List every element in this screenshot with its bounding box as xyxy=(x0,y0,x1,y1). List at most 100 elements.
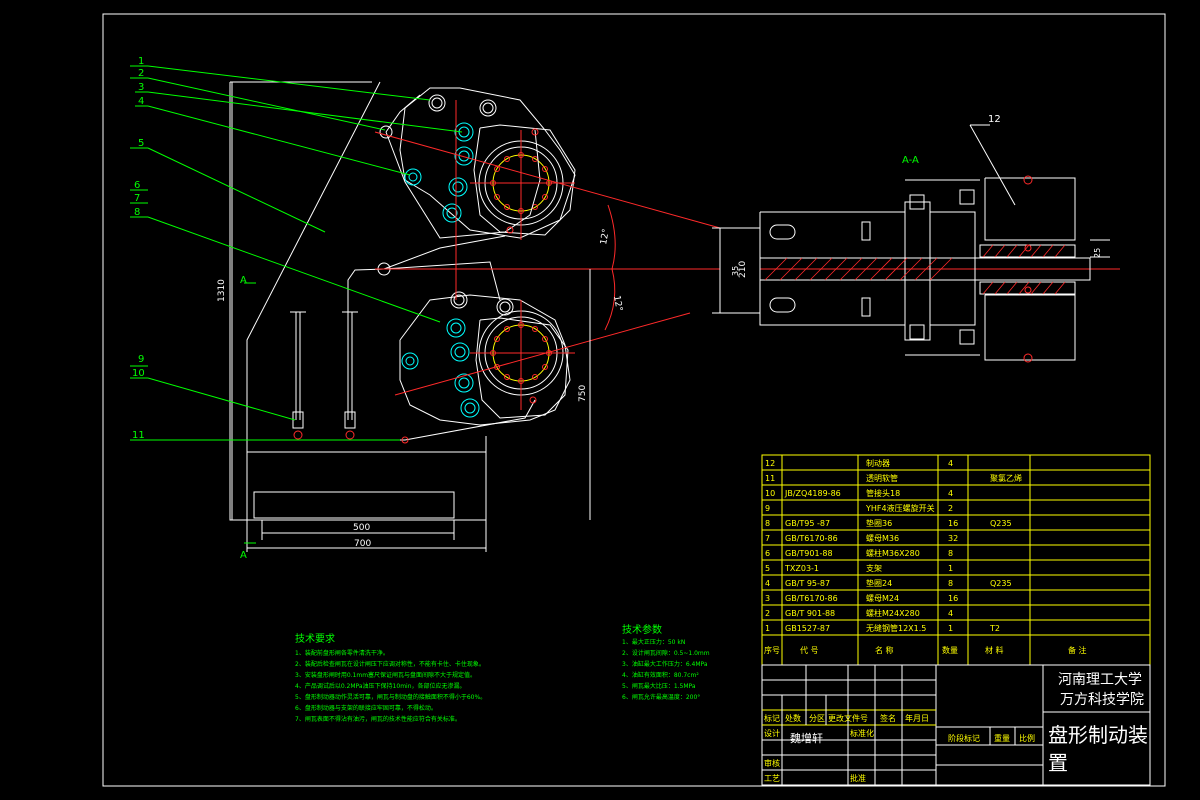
part-qty: 8 xyxy=(948,549,953,558)
dim-750: 750 xyxy=(578,385,588,402)
header-note: 备 注 xyxy=(1068,645,1087,655)
callout-8: 8 xyxy=(134,207,140,218)
notes-right-title: 技术参数 xyxy=(622,623,662,636)
tb-review: 审核 xyxy=(764,758,780,768)
part-material: Q235 xyxy=(990,519,1012,528)
note-left-line: 7、闸瓦表面不得沾有油污，闸瓦的技术性能应符合有关标准。 xyxy=(295,715,461,723)
note-left-line: 4、产品调试后以0.2MPa油压下保持10min，各部位应无渗漏。 xyxy=(295,682,466,690)
header-material: 材 料 xyxy=(985,645,1004,655)
part-name: 透明软管 xyxy=(866,473,898,483)
tb-change-doc: 更改文件号 xyxy=(828,713,868,723)
tb-weight: 重量 xyxy=(994,733,1010,743)
note-right-line: 6、闸瓦允许最高温度：200° xyxy=(622,693,700,701)
part-qty: 4 xyxy=(948,609,953,618)
view-marker-a-top: A xyxy=(240,275,247,286)
callout-9: 9 xyxy=(138,354,144,365)
part-code: GB/T95 -87 xyxy=(785,519,830,528)
parts-table-grid xyxy=(761,454,1151,666)
drawing-title-line2: 置 xyxy=(1048,751,1068,775)
note-left-line: 3、安装盘形闸时用0.1mm塞尺保证闸瓦与盘面间隙不大于规定值。 xyxy=(295,671,476,679)
callout-1: 1 xyxy=(138,56,144,67)
notes-left-lines: 1、装配前盘形闸各零件清洗干净。 2、装配后检查闸瓦在设计闸压下应调对称性，不能有… xyxy=(295,649,486,723)
part-seq: 10 xyxy=(765,489,775,498)
dim-25: 25 xyxy=(1093,248,1102,258)
part-name: 制动器 xyxy=(866,458,890,468)
part-name: 螺柱M24X280 xyxy=(866,608,920,618)
part-name: 螺母M36 xyxy=(866,533,899,543)
header-seq: 序号 xyxy=(764,645,780,655)
drawing-frame xyxy=(102,13,1166,787)
note-right-line: 1、最大正压力：50 kN xyxy=(622,638,685,646)
part-name: 无缝钢管12X1.5 xyxy=(866,623,926,633)
tb-standard: 标准化 xyxy=(850,728,874,738)
callout-11: 11 xyxy=(132,430,145,441)
dim-angle-upper: 12° xyxy=(599,228,612,245)
callout-4: 4 xyxy=(138,96,144,107)
part-seq: 2 xyxy=(765,609,770,618)
part-code: GB/T 901-88 xyxy=(785,609,835,618)
part-qty: 32 xyxy=(948,534,958,543)
dim-35: 35 xyxy=(731,266,740,276)
part-seq: 3 xyxy=(765,594,770,603)
cad-drawing: 1310 750 500 700 210 35 25 12° 12° A A A… xyxy=(102,13,1166,787)
note-left-line: 1、装配前盘形闸各零件清洗干净。 xyxy=(295,649,389,657)
lower-brake-body xyxy=(377,262,571,426)
part-qty: 4 xyxy=(948,459,953,468)
callout-2: 2 xyxy=(138,68,144,79)
part-code: GB/T 95-87 xyxy=(785,579,830,588)
tb-scale: 比例 xyxy=(1019,733,1035,743)
part-seq: 4 xyxy=(765,579,770,588)
part-qty: 8 xyxy=(948,579,953,588)
tb-date: 年月日 xyxy=(905,713,929,723)
tb-mark: 标记 xyxy=(764,713,780,723)
part-qty: 2 xyxy=(948,504,953,513)
part-seq: 5 xyxy=(765,564,770,573)
tb-designer: 魏增轩 xyxy=(790,731,823,745)
note-right-line: 5、闸瓦最大比压：1.5MPa xyxy=(622,682,696,690)
part-name: 螺母M24 xyxy=(866,593,899,603)
view-marker-a-bottom: A xyxy=(240,550,247,561)
part-code: GB/T901-88 xyxy=(785,549,833,558)
part-material: T2 xyxy=(989,624,1000,633)
part-code: GB/T6170-86 xyxy=(785,534,838,543)
part-code: TXZ03-1 xyxy=(784,564,819,573)
tb-design: 设计 xyxy=(764,728,780,738)
tb-zone: 分区 xyxy=(809,714,825,723)
part-seq: 7 xyxy=(765,534,770,543)
part-seq: 6 xyxy=(765,549,770,558)
part-name: 支架 xyxy=(866,563,882,573)
callout-7: 7 xyxy=(134,193,140,204)
school-name-line2: 万方科技学院 xyxy=(1060,692,1144,708)
part-code: JB/ZQ4189-86 xyxy=(784,489,841,498)
part-qty: 16 xyxy=(948,519,958,528)
tb-stage: 阶段标记 xyxy=(948,733,980,743)
tb-count: 处数 xyxy=(785,713,801,723)
note-right-line: 4、油缸有效面积：80.7cm² xyxy=(622,671,699,679)
dim-700: 700 xyxy=(354,539,371,549)
part-qty: 4 xyxy=(948,489,953,498)
header-qty: 数量 xyxy=(942,645,958,655)
part-code: GB/T6170-86 xyxy=(785,594,838,603)
dim-1310: 1310 xyxy=(217,279,227,302)
part-name: 垫圈36 xyxy=(866,518,892,528)
part-seq: 11 xyxy=(765,474,775,483)
part-material: Q235 xyxy=(990,579,1012,588)
part-qty: 1 xyxy=(948,564,953,573)
notes-left-title: 技术要求 xyxy=(295,632,335,645)
part-qty: 16 xyxy=(948,594,958,603)
notes-right-lines: 1、最大正压力：50 kN 2、设计闸瓦间隙：0.5~1.0mm 3、油缸最大工作压… xyxy=(622,638,710,701)
callout-6: 6 xyxy=(134,180,140,191)
part-seq: 1 xyxy=(765,624,770,633)
part-seq: 9 xyxy=(765,504,770,513)
school-name-line1: 河南理工大学 xyxy=(1058,672,1142,688)
part-name: YHF4液压螺旋开关 xyxy=(865,503,935,513)
part-name: 螺柱M36X280 xyxy=(866,548,920,558)
callout-5: 5 xyxy=(138,138,144,149)
callout-10: 10 xyxy=(132,368,145,379)
tb-sign: 签名 xyxy=(880,713,896,723)
part-name: 管接头18 xyxy=(866,488,900,498)
tb-approve: 批准 xyxy=(850,773,866,783)
dim-500: 500 xyxy=(353,523,370,533)
note-left-line: 6、盘形制动器与支架的联接应牢固可靠，不得松动。 xyxy=(295,704,437,712)
note-right-line: 2、设计闸瓦间隙：0.5~1.0mm xyxy=(622,649,710,657)
